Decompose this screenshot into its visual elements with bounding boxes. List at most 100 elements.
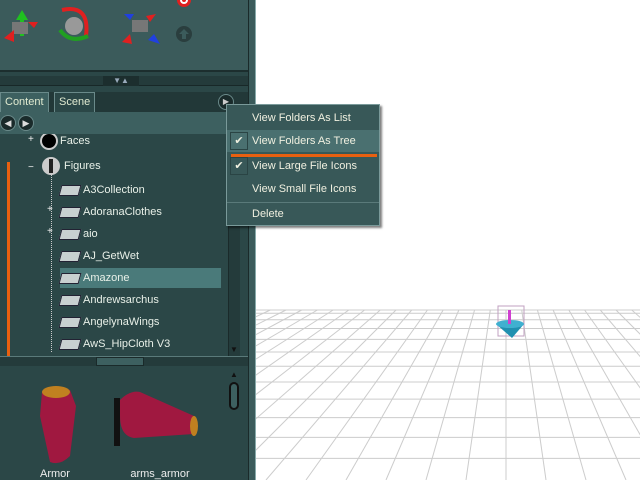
checkmark-icon: ✔	[230, 132, 248, 150]
tree-folder[interactable]: AdoranaClothes	[58, 202, 162, 222]
node-label: aio	[83, 228, 98, 240]
expander[interactable]: +	[47, 204, 53, 215]
armor-thumbnail	[40, 386, 76, 464]
grid-line	[345, 309, 444, 481]
ground-grid	[0, 309, 640, 481]
thumbnail-item[interactable]: arms_armor	[110, 366, 210, 480]
checkmark-icon: ✔	[230, 157, 248, 175]
move-xz-icon[interactable]	[120, 10, 162, 46]
thumbnail-item[interactable]: Armor	[20, 366, 90, 480]
thumbnail-area: Armor arms_armor	[0, 366, 248, 480]
scroll-down-button[interactable]: ▼	[230, 345, 238, 354]
scene-object[interactable]	[492, 304, 532, 340]
grid-line	[465, 309, 491, 481]
accent-line	[7, 162, 10, 356]
grid-line	[552, 309, 627, 481]
folder-icon	[58, 206, 82, 218]
splitter-grip[interactable]	[96, 357, 144, 366]
tree-folder[interactable]: AwS_HipCloth V3	[58, 334, 171, 354]
scroll-up-button[interactable]: ▲	[230, 370, 238, 379]
grid-line	[105, 309, 350, 481]
folder-tree: + Faces − Figures A3Collection + Adorana…	[0, 134, 228, 356]
folder-icon	[58, 338, 82, 350]
tree-folder[interactable]: aio	[58, 224, 98, 244]
grid-line	[568, 309, 640, 436]
tab-bar: Content Scene	[0, 92, 248, 112]
grid-line	[599, 309, 640, 358]
node-label: AngelynaWings	[83, 316, 160, 328]
grid-line	[0, 309, 287, 454]
tree-node-faces[interactable]: Faces	[40, 134, 90, 151]
forward-button[interactable]: ▶	[18, 115, 34, 131]
grid-line	[385, 309, 460, 481]
menu-item-view-folders-list[interactable]: View Folders As List	[227, 107, 379, 129]
menu-label: View Folders As List	[252, 112, 351, 124]
folder-icon	[58, 316, 82, 328]
grid-line	[225, 309, 397, 481]
thumbnail-splitter[interactable]	[0, 356, 248, 366]
thumbnail-scrollbar[interactable]: ▲	[228, 370, 240, 480]
grid-line	[265, 309, 413, 481]
folder-icon	[58, 250, 82, 262]
tree-folder[interactable]: AngelynaWings	[58, 312, 160, 332]
menu-item-view-small-icons[interactable]: View Small File Icons	[227, 178, 379, 200]
tree-node-figures[interactable]: Figures	[42, 156, 101, 176]
grid-line	[425, 309, 476, 481]
menu-item-delete[interactable]: Delete	[227, 203, 379, 225]
grid-line	[631, 309, 640, 318]
panel-splitter[interactable]: ▼▲	[0, 76, 248, 86]
expander[interactable]: −	[28, 162, 34, 173]
target-icon[interactable]	[176, 0, 192, 8]
nav-row: ◀ ▶	[0, 112, 248, 134]
expander[interactable]: +	[28, 134, 34, 145]
viewport-border	[248, 0, 256, 480]
grid-line	[305, 309, 428, 481]
node-label: Faces	[60, 135, 90, 147]
grid-line	[536, 309, 587, 481]
tree-folder[interactable]: Andrewsarchus	[58, 290, 159, 310]
tree-folder[interactable]: AJ_GetWet	[58, 246, 140, 266]
node-label: AdoranaClothes	[83, 206, 162, 218]
menu-item-view-large-icons[interactable]: ✔ View Large File Icons	[227, 155, 379, 177]
folder-icon	[58, 228, 82, 240]
grid-line	[25, 309, 318, 481]
folder-icon	[58, 294, 82, 306]
context-menu: View Folders As List ✔ View Folders As Tr…	[226, 104, 380, 226]
thumbnail-label: arms_armor	[130, 468, 190, 480]
grid-line	[65, 309, 334, 481]
node-label: Figures	[64, 160, 101, 172]
move-xy-icon[interactable]	[2, 8, 42, 44]
grid-line	[0, 309, 271, 437]
left-panel: ▼▲ Content Scene ▶ ◀ ▶ + Faces − Figures…	[0, 0, 248, 480]
node-label: Andrewsarchus	[83, 294, 159, 306]
folder-icon	[58, 184, 82, 196]
tree-folder[interactable]: A3Collection	[58, 180, 145, 200]
menu-item-view-folders-tree[interactable]: ✔ View Folders As Tree	[227, 130, 379, 152]
folder-icon	[58, 272, 82, 284]
back-button[interactable]: ◀	[0, 115, 16, 131]
tree-guide	[51, 174, 52, 352]
node-label: A3Collection	[83, 184, 145, 196]
arms-armor-thumbnail	[114, 391, 198, 446]
tree-folder-selected[interactable]: Amazone	[58, 268, 221, 288]
expander[interactable]: +	[47, 226, 53, 237]
node-label: Amazone	[83, 272, 130, 284]
node-label: AwS_HipCloth V3	[83, 338, 171, 350]
thumbnail-label: Armor	[40, 468, 70, 480]
menu-label: View Small File Icons	[252, 183, 357, 195]
3d-viewport[interactable]	[0, 0, 640, 481]
menu-label: View Folders As Tree	[252, 135, 356, 147]
scroll-thumb[interactable]	[229, 382, 239, 410]
tab-scene[interactable]: Scene	[54, 92, 96, 112]
camera-toolbar	[0, 0, 248, 72]
node-label: AJ_GetWet	[83, 250, 140, 262]
tab-content[interactable]: Content	[0, 92, 49, 112]
rotate-icon[interactable]	[56, 4, 96, 46]
up-arrow-icon[interactable]	[176, 26, 192, 42]
grid-line	[145, 309, 365, 481]
figure-icon	[42, 157, 60, 176]
grid-line	[0, 309, 302, 474]
grid-line	[584, 309, 640, 389]
splitter-grip[interactable]: ▼▲	[103, 76, 139, 86]
menu-label: View Large File Icons	[252, 160, 357, 172]
